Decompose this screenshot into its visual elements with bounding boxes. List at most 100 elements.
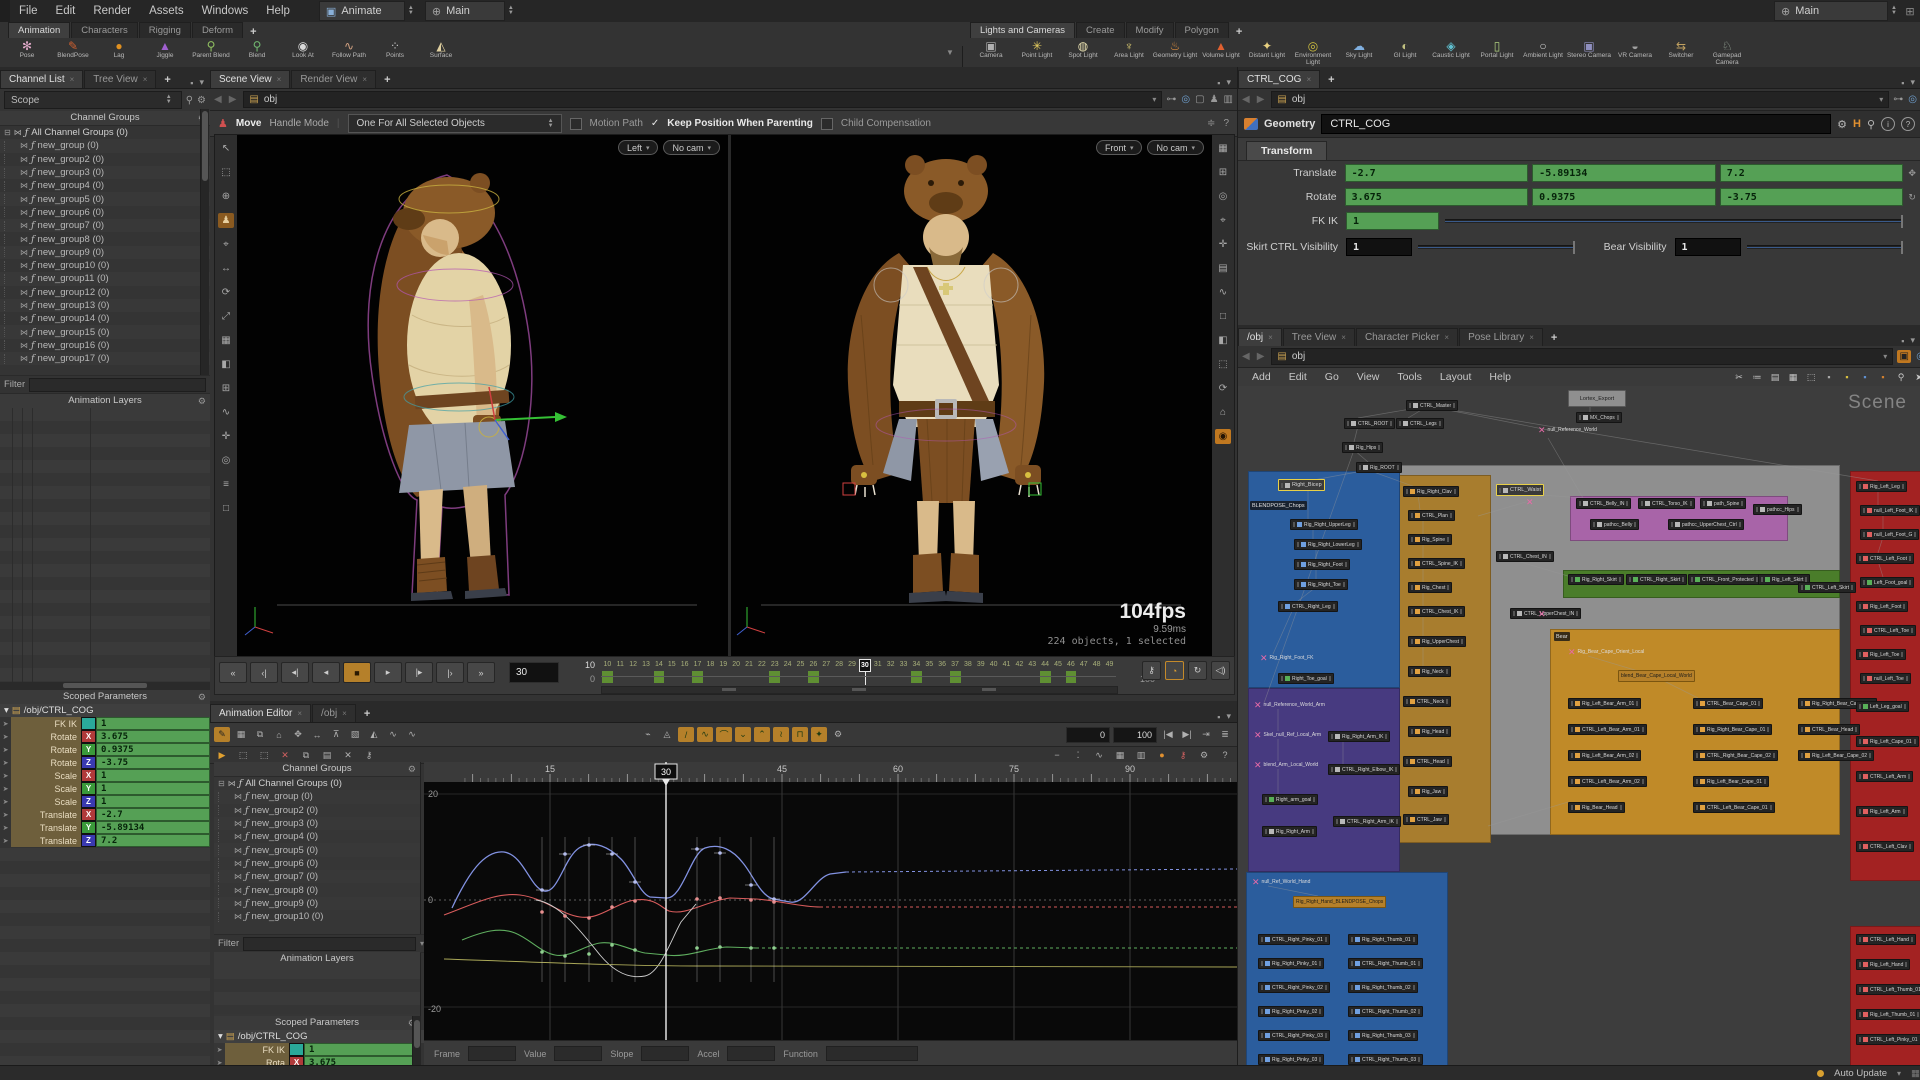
tree-item[interactable]: ⋈ ƒ new_group14 (0) (0, 312, 210, 325)
timeline-frame-21[interactable]: 21 (743, 659, 756, 685)
network-node-57[interactable]: pathcc_Belly (1590, 519, 1640, 530)
network-node-81[interactable]: Rig_Left_Bear_Cape_01 (1693, 776, 1770, 787)
figure-icon[interactable]: ♟ (1210, 94, 1219, 105)
anim-tool-icon-10[interactable]: ∿ (404, 727, 420, 742)
network-node-30[interactable]: CTRL_Right_Thumb_01 (1348, 958, 1424, 969)
network-node-58[interactable]: pathcc_UpperChest_Ctrl (1668, 519, 1744, 530)
timeline-frame-12[interactable]: 12 (627, 659, 640, 685)
network-node-24[interactable]: Rig_Right_Arm (1262, 826, 1317, 837)
viewport-display-icon-4[interactable]: ✛ (1215, 237, 1231, 252)
anim-interp-icon-6[interactable]: ⊓ (792, 727, 808, 742)
viewport-tool-icon-10[interactable]: ⊞ (218, 381, 234, 396)
anim-edit-icon-6[interactable]: ✕ (340, 748, 356, 763)
network-node-12[interactable]: Rig_Right_Foot (1294, 559, 1350, 570)
tab-tree-view[interactable]: Tree View × (84, 70, 157, 88)
timeline-frame-16[interactable]: 16 (678, 659, 691, 685)
network-toolbar-icon-0[interactable]: ✂ (1731, 370, 1747, 385)
left-view-dropdown[interactable]: Left ▾ (617, 140, 659, 155)
network-menu-go[interactable]: Go (1317, 371, 1347, 383)
right-cam-dropdown[interactable]: No cam ▾ (1147, 140, 1204, 155)
anim-view-icon-7[interactable]: ⚙ (1196, 748, 1212, 763)
tree-item[interactable]: ⋈ ƒ new_group11 (0) (0, 272, 210, 286)
network-node-21[interactable]: CTRL_Right_Elbow_IK (1328, 764, 1401, 775)
anim-tool-icon-9[interactable]: ∿ (385, 727, 401, 742)
tab-render-view[interactable]: Render View × (291, 70, 377, 88)
fkik-field[interactable]: 1 (1346, 212, 1439, 230)
graph-footer-field-slope[interactable] (641, 1046, 690, 1061)
viewport-tool-icon-6[interactable]: ⟳ (218, 285, 234, 300)
network-menu-view[interactable]: View (1349, 371, 1388, 383)
shelf-overflow-icon[interactable]: ▼ (946, 48, 954, 57)
menu-file[interactable]: File (10, 5, 47, 17)
anim-view-icon-4[interactable]: ▥ (1133, 748, 1149, 763)
pin-icon[interactable]: ⊶ (1166, 94, 1176, 105)
shelf-tab-characters[interactable]: Characters (71, 22, 138, 38)
anim-interp-icon-0[interactable]: / (678, 727, 694, 742)
pin-icon[interactable]: ➤ (0, 837, 11, 845)
anim-scoped-path[interactable]: ▾ ▤/obj/CTRL_COG (214, 1030, 424, 1043)
network-node-14[interactable]: CTRL_Right_Leg (1278, 601, 1338, 612)
viewport-display-icon-9[interactable]: ⬚ (1215, 357, 1231, 372)
network-node-74[interactable]: CTRL_Left_Bear_Arm_01 (1568, 724, 1647, 735)
network-node-75[interactable]: Rig_Right_Bear_Cape_01 (1693, 724, 1773, 735)
network-node-41[interactable]: Rig_Spine (1408, 534, 1453, 545)
anim-panel-scrollbar[interactable] (412, 1016, 421, 1065)
network-node-55[interactable]: path_Spine (1700, 498, 1747, 509)
shelf-tool-sky-light[interactable]: ☁ Sky Light (1336, 39, 1382, 67)
shelf-add-tab[interactable]: + (1230, 26, 1248, 38)
tree-item[interactable]: ⋈ ƒ new_group3 (0) (0, 165, 210, 180)
network-node-91[interactable]: Rig_Left_Toe (1856, 649, 1907, 660)
scene-path-field[interactable]: ▤ obj ▾ (243, 91, 1163, 108)
params-forward-icon[interactable]: ▶ (1257, 94, 1268, 105)
timeline-frame-38[interactable]: 38 (962, 659, 975, 685)
pin-icon[interactable]: ➤ (0, 824, 11, 832)
graph-editor[interactable]: 15 45 60 75 90 20 0 -20 30 (424, 762, 1237, 1040)
mode-label[interactable]: Move (236, 118, 262, 129)
tab--obj[interactable]: /obj × (1238, 328, 1282, 346)
network-node-51[interactable]: CTRL_Jaw (1403, 814, 1449, 825)
network-menu-help[interactable]: Help (1481, 371, 1519, 383)
graph-range-end-field[interactable]: 100 (1113, 726, 1157, 743)
network-node-94[interactable]: Rig_Left_Cape_01 (1856, 736, 1919, 747)
timeline-frame-13[interactable]: 13 (640, 659, 653, 685)
network-menu-layout[interactable]: Layout (1432, 371, 1480, 383)
timeline-frame-33[interactable]: 33 (897, 659, 910, 685)
shelf-tool-parent-blend[interactable]: ⚲ Parent Blend (188, 39, 234, 67)
info-icon[interactable]: i (1881, 117, 1895, 131)
network-node-44[interactable]: CTRL_Chest_IK (1408, 606, 1466, 617)
viewport-display-icon-7[interactable]: □ (1215, 309, 1231, 324)
bear-visibility-field[interactable]: 1 (1674, 238, 1741, 256)
network-node-95[interactable]: CTRL_Left_Arm (1856, 771, 1914, 782)
network-node-1[interactable]: MX_Chops (1576, 412, 1622, 423)
timeline-frame-39[interactable]: 39 (974, 659, 987, 685)
tree-item[interactable]: ⋈ ƒ new_group8 (0) (0, 232, 210, 245)
network-bypass-node-17[interactable]: ✕ null_Reference_World_Arm (1254, 701, 1325, 710)
gear-icon[interactable]: ⚙ (197, 95, 206, 106)
network-node-97[interactable]: CTRL_Left_Clav (1856, 841, 1914, 852)
network-toolbar-icon-10[interactable]: ➤ (1911, 370, 1920, 385)
shelf-tool-volume-light[interactable]: ▲ Volume Light (1198, 39, 1244, 67)
motion-path-checkbox[interactable] (569, 117, 582, 130)
viewport-display-icon-6[interactable]: ∿ (1215, 285, 1231, 300)
tree-root[interactable]: ⊟ ⋈ ƒ All Channel Groups (0) (0, 126, 210, 139)
timeline-frame-32[interactable]: 32 (884, 659, 897, 685)
timeline-frame-41[interactable]: 41 (1000, 659, 1013, 685)
network-node-19[interactable]: Rig_Right_Arm_IK (1328, 731, 1391, 742)
network-node-77[interactable]: Rig_Left_Bear_Arm_02 (1568, 750, 1642, 761)
anim-edit-icon-2[interactable]: ⬚ (256, 748, 272, 763)
tree-item[interactable]: ⋈ ƒ new_group12 (0) (0, 286, 210, 299)
viewer-selector[interactable]: ⊕ Main (1774, 1, 1889, 21)
selection-scope-dropdown[interactable]: One For All Selected Objects ▲ ▼ (347, 114, 562, 133)
timeline-frame-14[interactable]: 14 (653, 659, 666, 685)
pin-icon[interactable]: ➤ (0, 746, 11, 754)
timeline-frame-46[interactable]: 46 (1065, 659, 1078, 685)
network-node-27[interactable]: CTRL_Right_Pinky_01 (1258, 934, 1330, 945)
network-node-0[interactable]: Lortex_Export (1568, 390, 1626, 407)
param-value-field[interactable]: 7.2 (96, 834, 210, 847)
viewport-display-icon-11[interactable]: ⌂ (1215, 405, 1231, 420)
network-node-90[interactable]: CTRL_Left_Toe (1860, 625, 1917, 636)
current-frame-field[interactable]: 30 (509, 662, 559, 683)
network-node-47[interactable]: CTRL_Neck (1403, 696, 1452, 707)
network-node-13[interactable]: Rig_Right_Toe (1294, 579, 1348, 590)
viewport-tool-icon-0[interactable]: ↖ (218, 141, 234, 156)
